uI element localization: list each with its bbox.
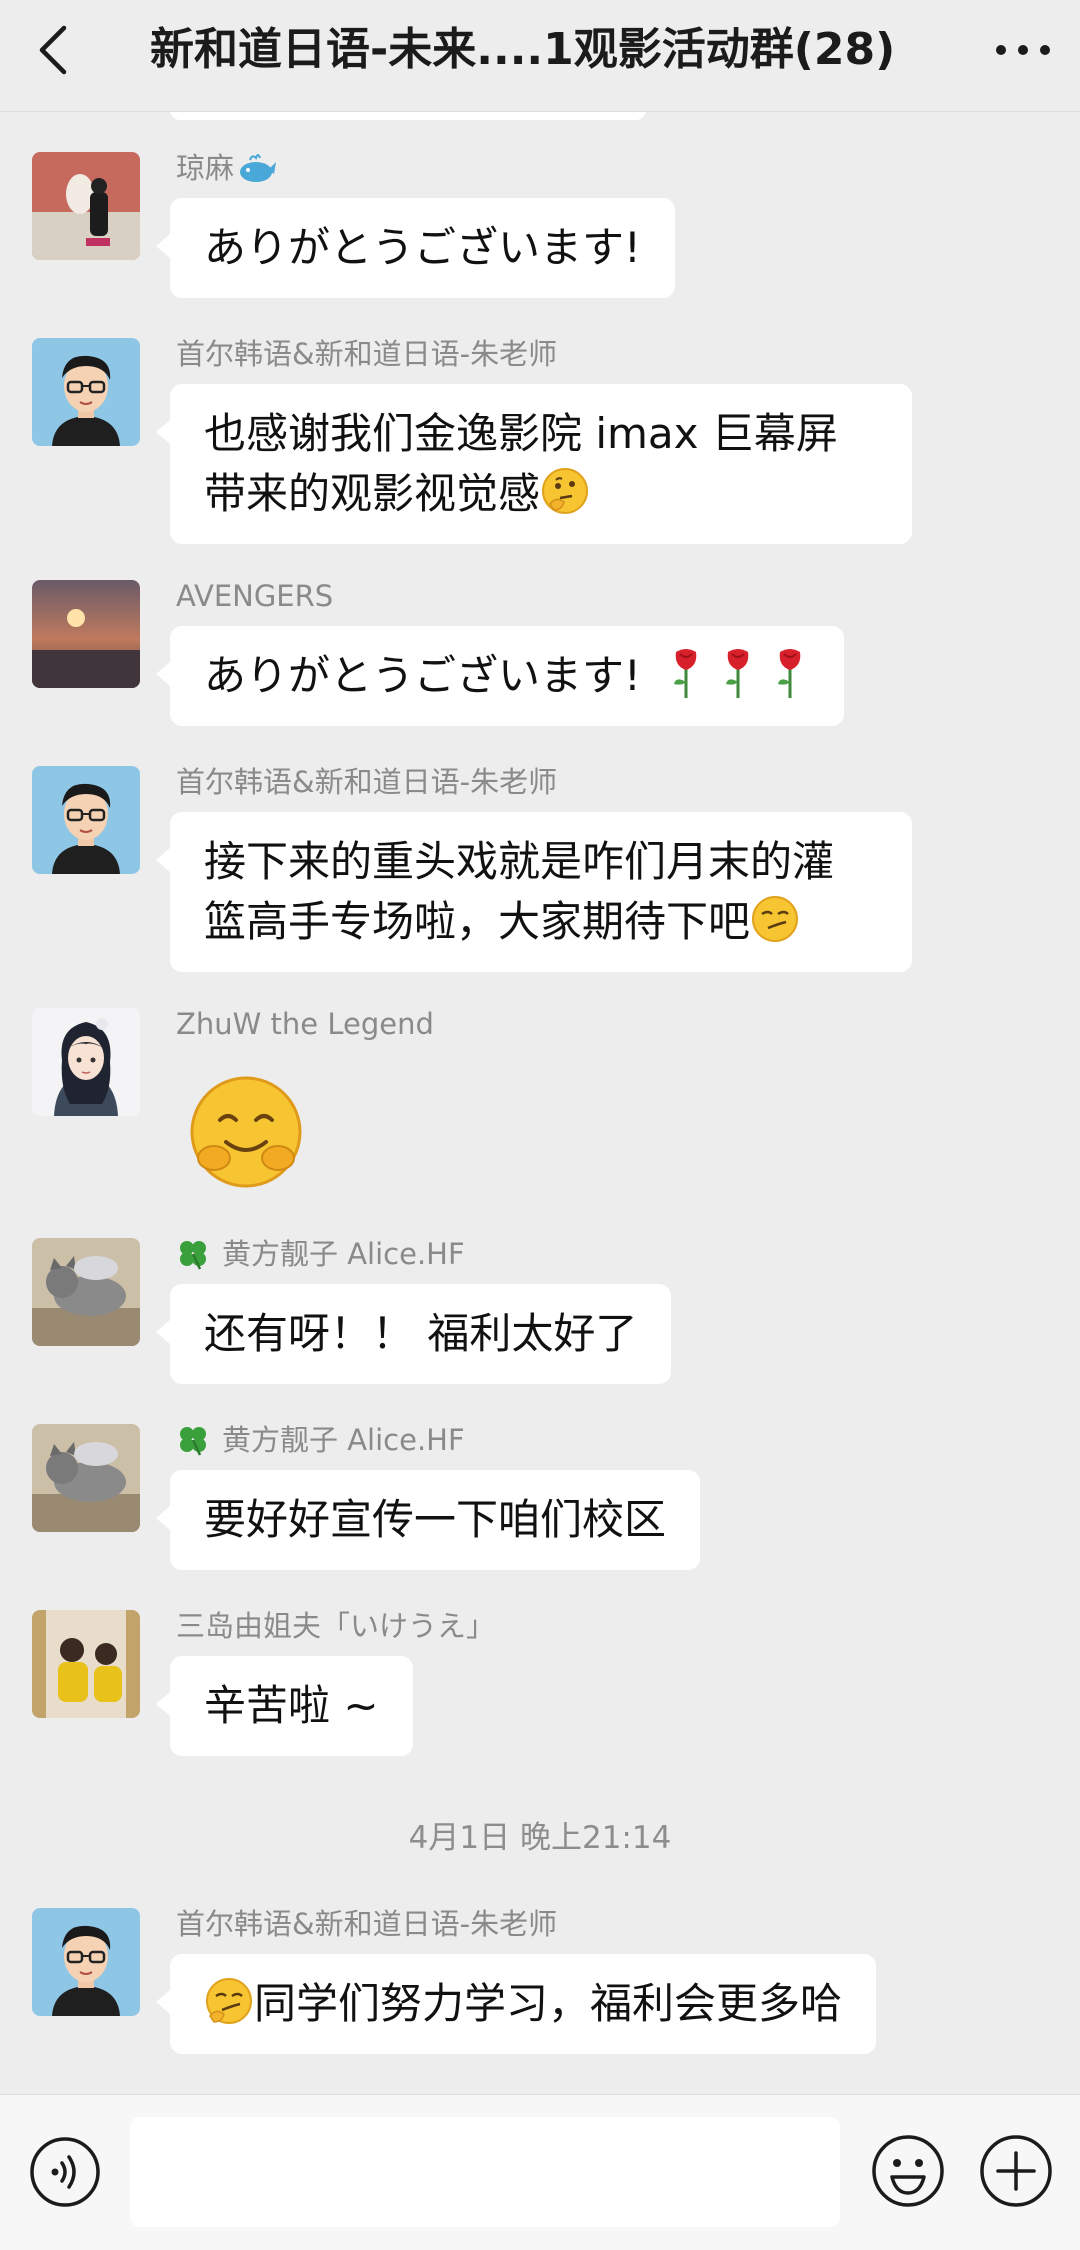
chat-screen: 新和道日语-未来....1观影活动群(28) 琼麻 ありがとうございます! 首尔… bbox=[0, 0, 1080, 2250]
voice-icon[interactable] bbox=[28, 2135, 102, 2209]
sender-name: 琼麻 bbox=[176, 148, 277, 188]
hug-emoji-sticker[interactable] bbox=[186, 1072, 306, 1192]
smirk-emoji-icon bbox=[752, 896, 799, 942]
avatar[interactable] bbox=[32, 338, 140, 446]
message-bubble[interactable]: 还有呀！！ 福利太好了 bbox=[155, 1284, 672, 1384]
message-bubble[interactable]: 也感谢我们金逸影院 imax 巨幕屏 带来的观影视觉感 bbox=[156, 384, 912, 544]
cartoon-teacher-avatar-icon bbox=[32, 338, 140, 446]
smile-icon[interactable] bbox=[870, 2133, 946, 2209]
photo-avatar-icon bbox=[32, 152, 140, 260]
anime-avatar-icon bbox=[32, 1008, 140, 1116]
message-bubble[interactable]: ありがとうございます! bbox=[155, 626, 845, 726]
previous-message-bubble bbox=[170, 112, 646, 120]
sunset-avatar-icon bbox=[32, 580, 140, 688]
avatar[interactable] bbox=[32, 1610, 140, 1718]
cartoon-teacher-avatar-icon bbox=[32, 1908, 140, 2016]
sender-name: 首尔韩语&新和道日语-朱老师 bbox=[176, 765, 558, 799]
thinking-emoji-icon bbox=[542, 468, 589, 514]
avatar[interactable] bbox=[32, 152, 140, 260]
sender-name: 首尔韩语&新和道日语-朱老师 bbox=[176, 337, 558, 371]
photo-avatar-icon bbox=[32, 1610, 140, 1718]
message-list[interactable]: 琼麻 ありがとうございます! 首尔韩语&新和道日语-朱老师 也感谢我们金逸影院 … bbox=[0, 112, 1080, 2094]
chat-title: 新和道日语-未来....1观影活动群(28) bbox=[150, 24, 896, 75]
clover-icon bbox=[180, 1427, 206, 1456]
message-bubble[interactable]: 接下来的重头戏就是咋们月末的灌 篮高手专场啦，大家期待下吧 bbox=[156, 812, 912, 972]
cartoon-teacher-avatar-icon bbox=[32, 766, 140, 874]
timestamp: 4月1日 晚上21:14 bbox=[408, 1820, 672, 1856]
back-button[interactable] bbox=[22, 18, 86, 82]
message-bubble[interactable]: 要好好宣传一下咱们校区 bbox=[155, 1470, 701, 1570]
sender-name: 三岛由姐夫「いけうえ」 bbox=[176, 1609, 496, 1643]
message-bubble[interactable]: ありがとうございます! bbox=[156, 198, 675, 298]
rose-emoji-icon bbox=[674, 649, 697, 698]
clover-icon bbox=[180, 1241, 206, 1270]
chevron-left-icon bbox=[39, 25, 67, 75]
more-button[interactable] bbox=[988, 18, 1058, 82]
input-bar bbox=[0, 2094, 1080, 2250]
avatar[interactable] bbox=[32, 580, 140, 688]
avatar[interactable] bbox=[32, 1424, 140, 1532]
avatar[interactable] bbox=[32, 766, 140, 874]
message-input[interactable] bbox=[130, 2117, 840, 2227]
sender-name: 黄方靓子 Alice.HF bbox=[176, 1420, 465, 1460]
rose-emoji-icon bbox=[778, 649, 801, 698]
smirk-emoji-icon bbox=[206, 1978, 252, 2024]
avatar[interactable] bbox=[32, 1238, 140, 1346]
whale-emoji-icon bbox=[240, 154, 277, 182]
cat-avatar-icon bbox=[32, 1424, 140, 1532]
avatar[interactable] bbox=[32, 1908, 140, 2016]
avatar[interactable] bbox=[32, 1008, 140, 1116]
sender-name: 首尔韩语&新和道日语-朱老师 bbox=[176, 1907, 558, 1941]
sender-name: AVENGERS bbox=[176, 579, 334, 613]
chat-header: 新和道日语-未来....1观影活动群(28) bbox=[0, 0, 1080, 112]
sender-name: 黄方靓子 Alice.HF bbox=[176, 1234, 465, 1274]
cat-avatar-icon bbox=[32, 1238, 140, 1346]
sender-name: ZhuW the Legend bbox=[176, 1007, 434, 1041]
message-bubble[interactable]: 同学们努力学习，福利会更多哈 bbox=[155, 1954, 877, 2054]
plus-icon[interactable] bbox=[978, 2133, 1054, 2209]
rose-emoji-icon bbox=[726, 649, 749, 698]
more-dots-icon bbox=[996, 45, 1050, 55]
message-bubble[interactable]: 辛苦啦 ~ bbox=[156, 1656, 413, 1756]
